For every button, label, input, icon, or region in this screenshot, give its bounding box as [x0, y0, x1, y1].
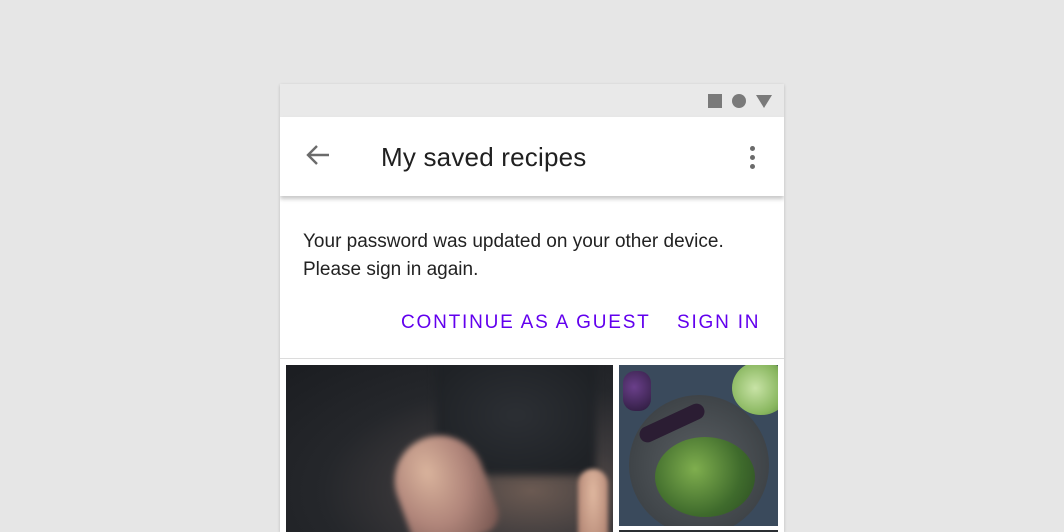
recipe-image-vegetables[interactable] — [619, 365, 778, 526]
status-icons — [708, 94, 772, 108]
status-bar — [280, 84, 784, 117]
more-vert-icon — [749, 163, 755, 169]
triangle-icon — [756, 94, 772, 108]
banner-message-line-2: Please sign in again. — [303, 259, 479, 280]
back-button[interactable] — [300, 139, 336, 175]
photo-detail — [623, 371, 651, 411]
more-options-button[interactable] — [740, 141, 764, 173]
recipe-image-cooking[interactable] — [286, 365, 613, 532]
photo-detail — [655, 437, 755, 517]
top-app-bar: My saved recipes — [280, 117, 784, 196]
phone-frame: My saved recipes Your password was updat… — [280, 84, 784, 532]
banner-message: Your password was updated on your other … — [303, 228, 763, 284]
more-vert-icon — [749, 145, 755, 151]
arrow-back-icon — [305, 143, 331, 172]
square-icon — [708, 94, 722, 108]
sign-in-button[interactable]: SIGN IN — [677, 312, 760, 334]
photo-detail — [578, 469, 608, 532]
page-title: My saved recipes — [381, 142, 587, 172]
continue-as-guest-button[interactable]: CONTINUE AS A GUEST — [401, 312, 651, 334]
more-vert-icon — [749, 154, 755, 160]
recipe-image-grid — [280, 359, 784, 532]
banner-message-line-1: Your password was updated on your other … — [303, 231, 724, 252]
banner: Your password was updated on your other … — [280, 196, 784, 359]
circle-icon — [732, 94, 746, 108]
